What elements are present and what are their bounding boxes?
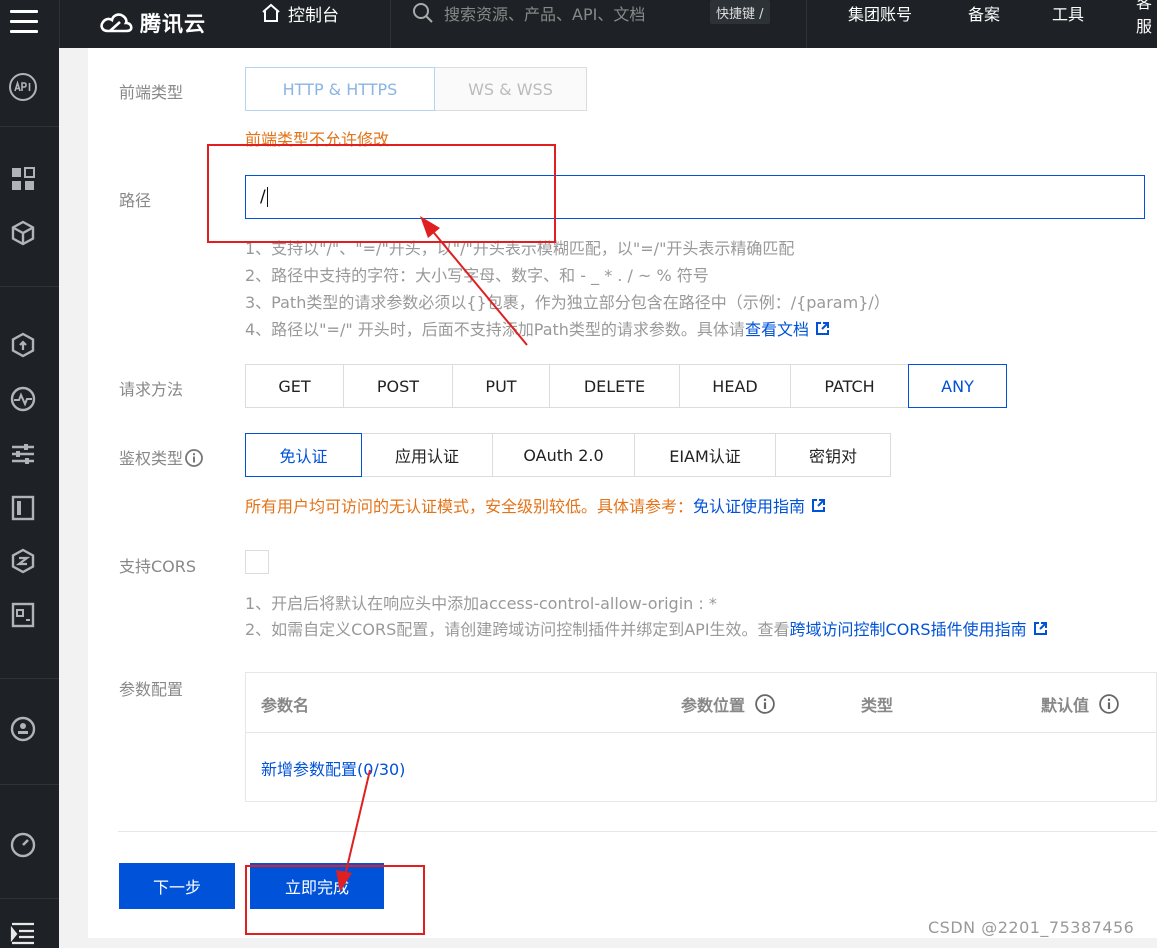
nav-filing[interactable]: 备案 bbox=[968, 0, 1000, 26]
method-post[interactable]: POST bbox=[343, 364, 453, 408]
auth-guide-link[interactable]: 免认证使用指南 bbox=[693, 497, 805, 516]
info-icon[interactable] bbox=[755, 694, 775, 714]
api-icon[interactable] bbox=[8, 72, 38, 102]
search-box[interactable]: 搜索资源、产品、API、文档 bbox=[412, 0, 645, 26]
divider bbox=[806, 0, 807, 48]
logo-text: 腾讯云 bbox=[140, 12, 206, 36]
shortcut-badge[interactable]: 快捷键 / bbox=[710, 0, 770, 24]
search-icon bbox=[413, 3, 433, 23]
watermark: CSDN @2201_75387456 bbox=[928, 918, 1135, 937]
search-input[interactable]: 搜索资源、产品、API、文档 bbox=[444, 1, 645, 25]
console-label: 控制台 bbox=[288, 5, 339, 26]
collapse-sidebar-icon[interactable] bbox=[10, 920, 36, 946]
cors-checkbox[interactable] bbox=[245, 550, 269, 574]
cors-hint-2: 2、如需自定义CORS配置，请创建跨域访问控制插件并绑定到API生效。查看跨域访… bbox=[245, 616, 1048, 640]
tencent-cloud-logo[interactable]: 腾讯云 bbox=[98, 8, 206, 38]
divider bbox=[0, 286, 59, 287]
frontend-type-http[interactable]: HTTP & HTTPS bbox=[245, 67, 435, 111]
method-patch[interactable]: PATCH bbox=[790, 364, 909, 408]
auth-warning-text: 所有用户均可访问的无认证模式，安全级别较低。具体请参考： bbox=[245, 497, 694, 516]
divider bbox=[0, 898, 59, 899]
divider bbox=[0, 126, 59, 127]
nav-group-account[interactable]: 集团账号 bbox=[848, 0, 912, 26]
dashboard-gauge-icon[interactable] bbox=[10, 832, 36, 858]
method-selector: GET POST PUT DELETE HEAD PATCH ANY bbox=[245, 364, 1007, 408]
account-icon[interactable] bbox=[10, 716, 36, 742]
frontend-type-ws[interactable]: WS & WSS bbox=[434, 67, 587, 111]
column-header-type-text: 类型 bbox=[861, 696, 894, 715]
cors-label: 支持CORS bbox=[119, 557, 197, 576]
auth-keypair[interactable]: 密钥对 bbox=[775, 433, 891, 477]
method-get[interactable]: GET bbox=[245, 364, 344, 408]
view-docs-link[interactable]: 查看文档 bbox=[745, 320, 809, 339]
params-label: 参数配置 bbox=[119, 680, 184, 699]
divider bbox=[390, 0, 391, 48]
info-icon[interactable] bbox=[1099, 694, 1119, 714]
menu-icon[interactable] bbox=[8, 8, 40, 38]
column-header-default: 默认值 bbox=[1041, 692, 1119, 716]
column-header-name-text: 参数名 bbox=[261, 696, 310, 715]
auth-warning: 所有用户均可访问的无认证模式，安全级别较低。具体请参考：免认证使用指南 bbox=[245, 493, 826, 517]
column-header-default-text: 默认值 bbox=[1041, 696, 1090, 715]
external-link-icon[interactable] bbox=[815, 321, 830, 336]
path-hint-3: 3、Path类型的请求参数必须以{}包裹，作为独立部分包含在路径中（示例：/{p… bbox=[245, 293, 890, 312]
auth-type-label-text: 鉴权类型 bbox=[119, 449, 184, 468]
auth-oauth[interactable]: OAuth 2.0 bbox=[492, 433, 635, 477]
path-hint-4-text: 4、路径以"=/" 开头时，后面不支持添加Path类型的请求参数。具体请 bbox=[245, 320, 745, 339]
frontend-type-selector: HTTP & HTTPS WS & WSS bbox=[245, 67, 587, 111]
frontend-type-label: 前端类型 bbox=[119, 83, 184, 102]
divider bbox=[0, 784, 59, 785]
method-delete[interactable]: DELETE bbox=[549, 364, 680, 408]
console-link[interactable]: 控制台 bbox=[260, 0, 339, 26]
document-icon[interactable] bbox=[10, 495, 36, 521]
auth-eiam[interactable]: EIAM认证 bbox=[634, 433, 776, 477]
path-label: 路径 bbox=[119, 191, 152, 210]
cors-hint-1: 1、开启后将默认在响应头中添加access-control-allow-orig… bbox=[245, 594, 717, 613]
top-navigation-bar: 腾讯云 控制台 搜索资源、产品、API、文档 快捷键 / 集团账号 备案 工具 … bbox=[0, 0, 1157, 48]
column-header-name: 参数名 bbox=[261, 692, 309, 716]
path-hint-2: 2、路径中支持的字符：大小写字母、数字、和 - _ * . / ~ % 符号 bbox=[245, 266, 709, 285]
divider bbox=[59, 0, 60, 48]
nav-support[interactable]: 客服 bbox=[1136, 0, 1157, 36]
external-link-icon[interactable] bbox=[811, 498, 826, 513]
auth-type-label: 鉴权类型 bbox=[119, 445, 203, 469]
divider bbox=[118, 831, 1157, 832]
method-head[interactable]: HEAD bbox=[679, 364, 791, 408]
column-header-type: 类型 bbox=[861, 692, 893, 716]
external-link-icon[interactable] bbox=[1033, 621, 1048, 636]
usage-plan-icon[interactable] bbox=[10, 602, 36, 628]
method-put[interactable]: PUT bbox=[452, 364, 550, 408]
add-param-link[interactable]: 新增参数配置(0/30) bbox=[261, 756, 405, 780]
method-any[interactable]: ANY bbox=[908, 364, 1007, 408]
monitor-icon[interactable] bbox=[10, 386, 36, 412]
params-table-header: 参数名 参数位置 类型 默认值 bbox=[246, 673, 1156, 733]
dashboard-icon[interactable] bbox=[10, 166, 36, 192]
service-icon[interactable] bbox=[10, 332, 36, 358]
auth-type-selector: 免认证 应用认证 OAuth 2.0 EIAM认证 密钥对 bbox=[245, 433, 891, 477]
nav-tools[interactable]: 工具 bbox=[1052, 0, 1084, 26]
left-sidebar bbox=[0, 48, 59, 948]
method-label: 请求方法 bbox=[119, 380, 184, 399]
params-table: 参数名 参数位置 类型 默认值 新增参数配置(0/30) bbox=[245, 672, 1157, 802]
column-header-position-text: 参数位置 bbox=[681, 696, 746, 715]
info-icon[interactable] bbox=[185, 449, 203, 467]
cloud-logo-icon bbox=[100, 13, 133, 33]
auth-app[interactable]: 应用认证 bbox=[361, 433, 493, 477]
column-header-position: 参数位置 bbox=[681, 692, 775, 716]
sliders-icon[interactable] bbox=[10, 441, 36, 467]
cors-hint-2-text: 2、如需自定义CORS配置，请创建跨域访问控制插件并绑定到API生效。查看 bbox=[245, 620, 790, 639]
home-icon bbox=[262, 3, 280, 22]
next-step-button[interactable]: 下一步 bbox=[119, 863, 235, 909]
cors-guide-link[interactable]: 跨域访问控制CORS插件使用指南 bbox=[790, 620, 1027, 639]
path-hint-4: 4、路径以"=/" 开头时，后面不支持添加Path类型的请求参数。具体请查看文档 bbox=[245, 316, 830, 340]
auth-none[interactable]: 免认证 bbox=[245, 433, 362, 477]
divider bbox=[0, 678, 59, 679]
annotation-box-finish bbox=[245, 865, 425, 935]
plugin-icon[interactable] bbox=[10, 548, 36, 574]
annotation-box-path bbox=[207, 144, 556, 243]
cube-icon[interactable] bbox=[10, 220, 36, 246]
